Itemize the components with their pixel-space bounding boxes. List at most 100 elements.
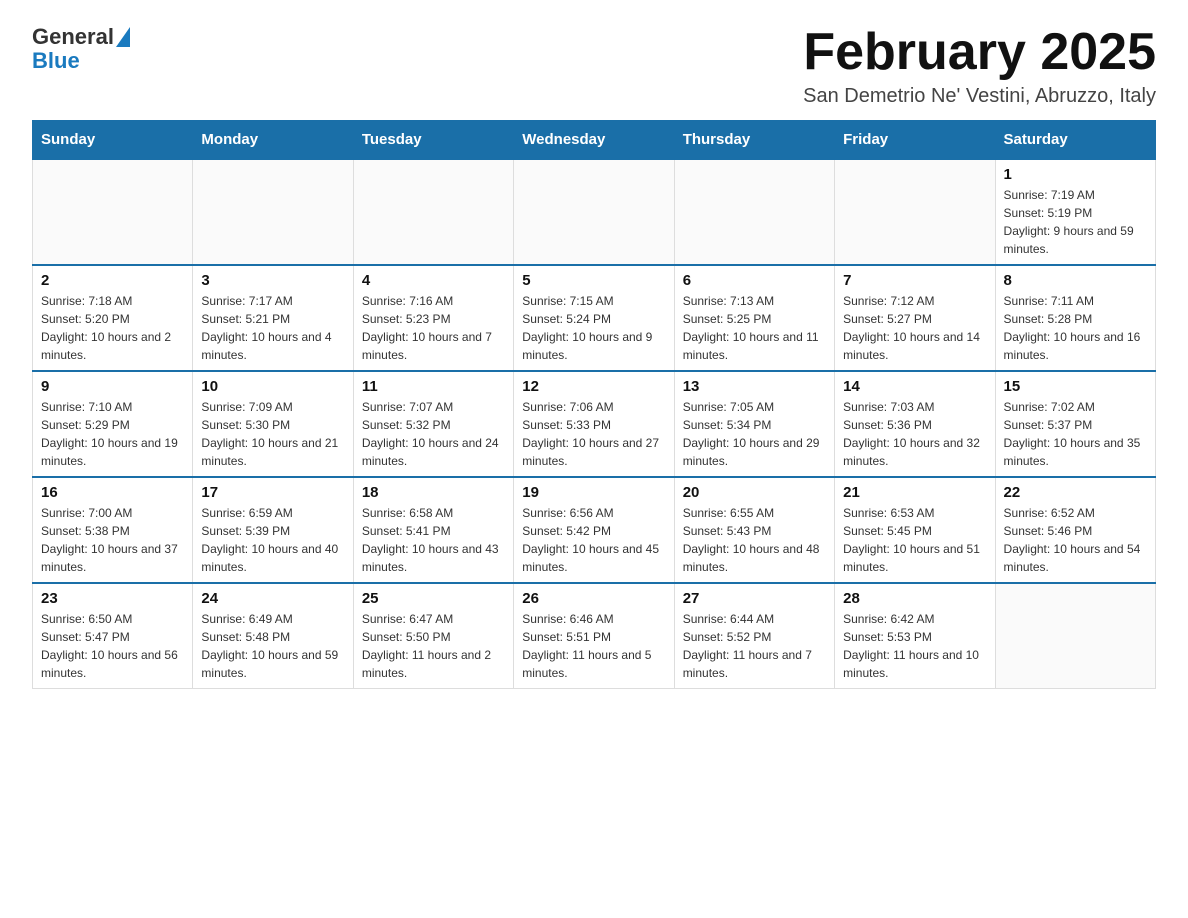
day-number: 15 bbox=[1004, 378, 1147, 395]
day-info: Sunrise: 6:58 AMSunset: 5:41 PMDaylight:… bbox=[362, 504, 505, 576]
day-info: Sunrise: 7:10 AMSunset: 5:29 PMDaylight:… bbox=[41, 398, 184, 470]
calendar-cell: 21 Sunrise: 6:53 AMSunset: 5:45 PMDayligh… bbox=[835, 477, 995, 583]
calendar-cell: 16 Sunrise: 7:00 AMSunset: 5:38 PMDayligh… bbox=[33, 477, 193, 583]
day-number: 17 bbox=[201, 484, 344, 501]
day-number: 16 bbox=[41, 484, 184, 501]
calendar-cell bbox=[674, 159, 834, 265]
logo-triangle-icon bbox=[116, 27, 130, 47]
logo-general-text: General bbox=[32, 24, 114, 50]
day-number: 7 bbox=[843, 272, 986, 289]
location-subtitle: San Demetrio Ne' Vestini, Abruzzo, Italy bbox=[803, 85, 1156, 108]
day-number: 8 bbox=[1004, 272, 1147, 289]
day-info: Sunrise: 6:59 AMSunset: 5:39 PMDaylight:… bbox=[201, 504, 344, 576]
calendar-cell bbox=[514, 159, 674, 265]
day-number: 27 bbox=[683, 590, 826, 607]
day-number: 4 bbox=[362, 272, 505, 289]
day-header-tuesday: Tuesday bbox=[353, 121, 513, 160]
calendar-week-row: 1 Sunrise: 7:19 AMSunset: 5:19 PMDaylight… bbox=[33, 159, 1156, 265]
calendar-header-row: SundayMondayTuesdayWednesdayThursdayFrid… bbox=[33, 121, 1156, 160]
day-info: Sunrise: 6:56 AMSunset: 5:42 PMDaylight:… bbox=[522, 504, 665, 576]
title-section: February 2025 San Demetrio Ne' Vestini, … bbox=[803, 24, 1156, 108]
day-number: 21 bbox=[843, 484, 986, 501]
day-number: 11 bbox=[362, 378, 505, 395]
calendar-week-row: 9 Sunrise: 7:10 AMSunset: 5:29 PMDaylight… bbox=[33, 371, 1156, 477]
logo-blue-text: Blue bbox=[32, 48, 80, 74]
day-info: Sunrise: 6:50 AMSunset: 5:47 PMDaylight:… bbox=[41, 610, 184, 682]
day-number: 1 bbox=[1004, 166, 1147, 183]
calendar-table: SundayMondayTuesdayWednesdayThursdayFrid… bbox=[32, 120, 1156, 689]
day-info: Sunrise: 7:19 AMSunset: 5:19 PMDaylight:… bbox=[1004, 186, 1147, 258]
day-info: Sunrise: 7:02 AMSunset: 5:37 PMDaylight:… bbox=[1004, 398, 1147, 470]
day-number: 22 bbox=[1004, 484, 1147, 501]
day-header-thursday: Thursday bbox=[674, 121, 834, 160]
day-info: Sunrise: 6:44 AMSunset: 5:52 PMDaylight:… bbox=[683, 610, 826, 682]
calendar-week-row: 23 Sunrise: 6:50 AMSunset: 5:47 PMDayligh… bbox=[33, 583, 1156, 689]
day-number: 20 bbox=[683, 484, 826, 501]
calendar-cell bbox=[33, 159, 193, 265]
calendar-cell bbox=[353, 159, 513, 265]
calendar-cell: 25 Sunrise: 6:47 AMSunset: 5:50 PMDayligh… bbox=[353, 583, 513, 689]
calendar-cell: 17 Sunrise: 6:59 AMSunset: 5:39 PMDayligh… bbox=[193, 477, 353, 583]
day-info: Sunrise: 7:03 AMSunset: 5:36 PMDaylight:… bbox=[843, 398, 986, 470]
day-info: Sunrise: 6:52 AMSunset: 5:46 PMDaylight:… bbox=[1004, 504, 1147, 576]
calendar-cell: 15 Sunrise: 7:02 AMSunset: 5:37 PMDayligh… bbox=[995, 371, 1155, 477]
day-header-friday: Friday bbox=[835, 121, 995, 160]
day-header-sunday: Sunday bbox=[33, 121, 193, 160]
calendar-cell: 8 Sunrise: 7:11 AMSunset: 5:28 PMDaylight… bbox=[995, 265, 1155, 371]
day-number: 23 bbox=[41, 590, 184, 607]
day-info: Sunrise: 7:16 AMSunset: 5:23 PMDaylight:… bbox=[362, 292, 505, 364]
day-number: 13 bbox=[683, 378, 826, 395]
day-info: Sunrise: 6:49 AMSunset: 5:48 PMDaylight:… bbox=[201, 610, 344, 682]
day-info: Sunrise: 7:00 AMSunset: 5:38 PMDaylight:… bbox=[41, 504, 184, 576]
calendar-cell: 12 Sunrise: 7:06 AMSunset: 5:33 PMDayligh… bbox=[514, 371, 674, 477]
calendar-cell: 14 Sunrise: 7:03 AMSunset: 5:36 PMDayligh… bbox=[835, 371, 995, 477]
day-info: Sunrise: 7:05 AMSunset: 5:34 PMDaylight:… bbox=[683, 398, 826, 470]
logo: General Blue bbox=[32, 24, 130, 74]
calendar-cell: 9 Sunrise: 7:10 AMSunset: 5:29 PMDaylight… bbox=[33, 371, 193, 477]
calendar-cell: 3Sunrise: 7:17 AMSunset: 5:21 PMDaylight… bbox=[193, 265, 353, 371]
calendar-cell: 2Sunrise: 7:18 AMSunset: 5:20 PMDaylight… bbox=[33, 265, 193, 371]
day-number: 2 bbox=[41, 272, 184, 289]
day-number: 9 bbox=[41, 378, 184, 395]
calendar-cell: 6 Sunrise: 7:13 AMSunset: 5:25 PMDaylight… bbox=[674, 265, 834, 371]
day-number: 26 bbox=[522, 590, 665, 607]
month-title: February 2025 bbox=[803, 24, 1156, 81]
calendar-cell: 1 Sunrise: 7:19 AMSunset: 5:19 PMDaylight… bbox=[995, 159, 1155, 265]
day-number: 18 bbox=[362, 484, 505, 501]
day-header-wednesday: Wednesday bbox=[514, 121, 674, 160]
day-number: 5 bbox=[522, 272, 665, 289]
calendar-cell: 28Sunrise: 6:42 AMSunset: 5:53 PMDayligh… bbox=[835, 583, 995, 689]
day-number: 19 bbox=[522, 484, 665, 501]
day-info: Sunrise: 7:11 AMSunset: 5:28 PMDaylight:… bbox=[1004, 292, 1147, 364]
calendar-week-row: 16 Sunrise: 7:00 AMSunset: 5:38 PMDayligh… bbox=[33, 477, 1156, 583]
day-header-saturday: Saturday bbox=[995, 121, 1155, 160]
calendar-cell: 22 Sunrise: 6:52 AMSunset: 5:46 PMDayligh… bbox=[995, 477, 1155, 583]
day-info: Sunrise: 6:47 AMSunset: 5:50 PMDaylight:… bbox=[362, 610, 505, 682]
day-number: 24 bbox=[201, 590, 344, 607]
day-number: 14 bbox=[843, 378, 986, 395]
calendar-cell: 4 Sunrise: 7:16 AMSunset: 5:23 PMDaylight… bbox=[353, 265, 513, 371]
calendar-cell: 13 Sunrise: 7:05 AMSunset: 5:34 PMDayligh… bbox=[674, 371, 834, 477]
day-info: Sunrise: 7:06 AMSunset: 5:33 PMDaylight:… bbox=[522, 398, 665, 470]
day-header-monday: Monday bbox=[193, 121, 353, 160]
day-info: Sunrise: 6:55 AMSunset: 5:43 PMDaylight:… bbox=[683, 504, 826, 576]
calendar-cell bbox=[193, 159, 353, 265]
calendar-cell: 7 Sunrise: 7:12 AMSunset: 5:27 PMDaylight… bbox=[835, 265, 995, 371]
day-info: Sunrise: 7:12 AMSunset: 5:27 PMDaylight:… bbox=[843, 292, 986, 364]
calendar-cell: 5 Sunrise: 7:15 AMSunset: 5:24 PMDaylight… bbox=[514, 265, 674, 371]
calendar-cell: 26 Sunrise: 6:46 AMSunset: 5:51 PMDayligh… bbox=[514, 583, 674, 689]
day-info: Sunrise: 7:13 AMSunset: 5:25 PMDaylight:… bbox=[683, 292, 826, 364]
calendar-cell: 19 Sunrise: 6:56 AMSunset: 5:42 PMDayligh… bbox=[514, 477, 674, 583]
day-info: Sunrise: 6:53 AMSunset: 5:45 PMDaylight:… bbox=[843, 504, 986, 576]
page-header: General Blue February 2025 San Demetrio … bbox=[32, 24, 1156, 108]
day-number: 25 bbox=[362, 590, 505, 607]
day-number: 12 bbox=[522, 378, 665, 395]
calendar-cell: 10Sunrise: 7:09 AMSunset: 5:30 PMDayligh… bbox=[193, 371, 353, 477]
day-number: 28 bbox=[843, 590, 986, 607]
day-number: 6 bbox=[683, 272, 826, 289]
day-info: Sunrise: 7:15 AMSunset: 5:24 PMDaylight:… bbox=[522, 292, 665, 364]
calendar-cell bbox=[835, 159, 995, 265]
calendar-cell: 11Sunrise: 7:07 AMSunset: 5:32 PMDayligh… bbox=[353, 371, 513, 477]
day-info: Sunrise: 6:46 AMSunset: 5:51 PMDaylight:… bbox=[522, 610, 665, 682]
calendar-cell: 27 Sunrise: 6:44 AMSunset: 5:52 PMDayligh… bbox=[674, 583, 834, 689]
